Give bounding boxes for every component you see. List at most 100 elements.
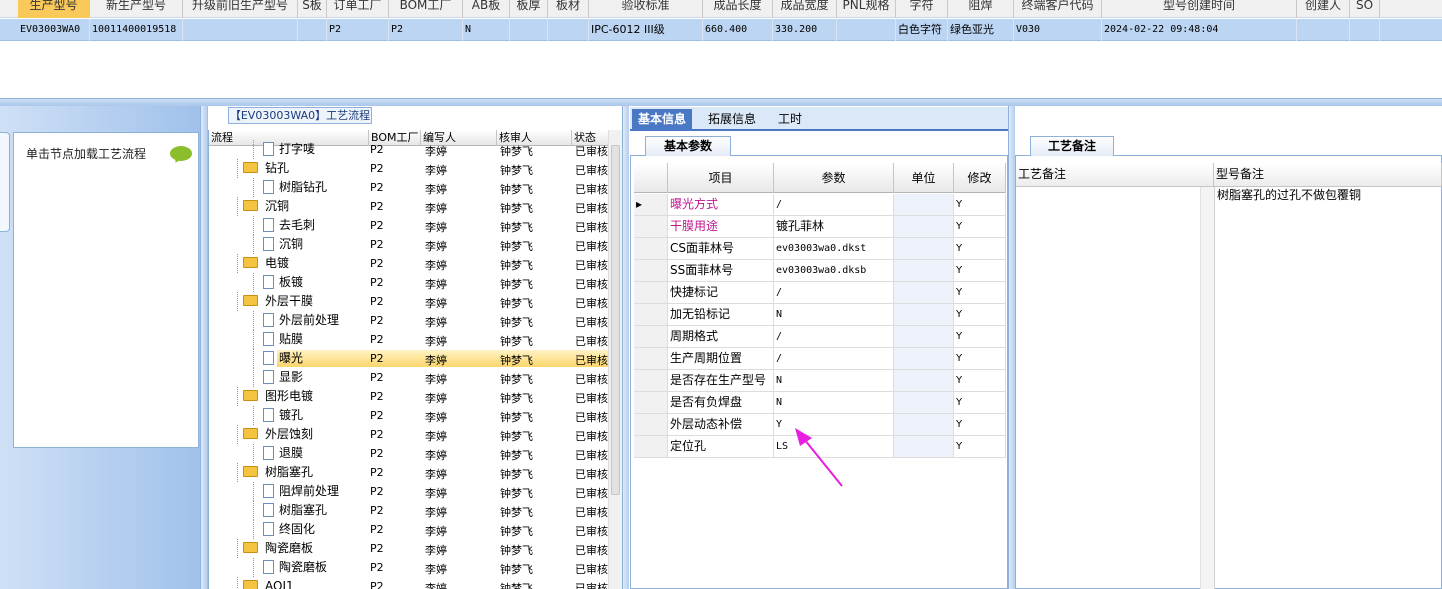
top-col-header[interactable]: 板材 — [548, 0, 589, 18]
param-value[interactable]: LS — [774, 436, 894, 457]
document-icon — [263, 142, 274, 156]
top-col-header[interactable]: 成品长度 — [703, 0, 773, 18]
param-value[interactable]: 镀孔菲林 — [774, 216, 894, 237]
left-collapse-tab[interactable] — [0, 132, 10, 232]
tree-line — [253, 349, 254, 368]
tree-cell-reviewer: 钟梦飞 — [500, 183, 533, 196]
tree-row[interactable]: 板镀 P2 李婷 钟梦飞 已审核 — [209, 273, 622, 292]
tree-row[interactable]: 外层前处理 P2 李婷 钟梦飞 已审核 — [209, 311, 622, 330]
tree-row[interactable]: 退膜 P2 李婷 钟梦飞 已审核 — [209, 444, 622, 463]
tree-line — [237, 254, 238, 273]
middle-splitter[interactable] — [622, 106, 629, 589]
param-value[interactable]: / — [774, 194, 894, 215]
tree-row[interactable]: 树脂塞孔 P2 李婷 钟梦飞 已审核 — [209, 501, 622, 520]
param-item: 外层动态补偿 — [668, 414, 774, 435]
folder-icon — [243, 295, 258, 306]
top-grid-selected-row[interactable]: EV03003WA0 10011400019518 P2 P2 N IPC-6012 II… — [0, 19, 1442, 41]
params-row[interactable]: CS面菲林号 ev03003wa0.dkst Y — [634, 238, 1006, 260]
tree-row[interactable]: 外层蚀刻 P2 李婷 钟梦飞 已审核 — [209, 425, 622, 444]
tree-row[interactable]: AOI1 P2 李婷 钟梦飞 已审核 — [209, 577, 622, 589]
params-row[interactable]: 加无铅标记 N Y — [634, 304, 1006, 326]
param-modify: Y — [954, 216, 1006, 237]
param-unit — [894, 436, 954, 457]
param-value[interactable]: N — [774, 392, 894, 413]
tree-row[interactable]: 图形电镀 P2 李婷 钟梦飞 已审核 — [209, 387, 622, 406]
param-value[interactable]: / — [774, 348, 894, 369]
right-splitter[interactable] — [1008, 106, 1015, 589]
param-value[interactable]: N — [774, 304, 894, 325]
tab-process-remarks[interactable]: 工艺备注 — [1030, 136, 1114, 156]
params-row[interactable]: SS面菲林号 ev03003wa0.dksb Y — [634, 260, 1006, 282]
param-value[interactable]: Y — [774, 414, 894, 435]
top-col-header[interactable]: 字符 — [896, 0, 948, 18]
tab-extended-info[interactable]: 拓展信息 — [702, 109, 762, 131]
tree-node-label: 外层前处理 — [279, 313, 340, 327]
tree-row[interactable]: 沉铜 P2 李婷 钟梦飞 已审核 — [209, 235, 622, 254]
top-col-header[interactable]: 型号创建时间 — [1102, 0, 1297, 18]
params-row[interactable]: 是否存在生产型号 N Y — [634, 370, 1006, 392]
top-col-header[interactable]: 订单工厂 — [327, 0, 389, 18]
tree-row[interactable]: 树脂钻孔 P2 李婷 钟梦飞 已审核 — [209, 178, 622, 197]
top-col-header[interactable]: 创建人 — [1297, 0, 1350, 18]
tree-row[interactable]: 显影 P2 李婷 钟梦飞 已审核 — [209, 368, 622, 387]
tree-node-label: 镀孔 — [279, 408, 304, 422]
tree-row[interactable]: 终固化 P2 李婷 钟梦飞 已审核 — [209, 520, 622, 539]
params-row[interactable]: 干膜用途 镀孔菲林 Y — [634, 216, 1006, 238]
tree-row[interactable]: 沉铜 P2 李婷 钟梦飞 已审核 — [209, 197, 622, 216]
left-splitter[interactable] — [200, 106, 207, 589]
tab-basic-params[interactable]: 基本参数 — [645, 136, 731, 156]
tree-row[interactable]: 去毛刺 P2 李婷 钟梦飞 已审核 — [209, 216, 622, 235]
top-col-header[interactable]: PNL规格 — [837, 0, 896, 18]
top-col-header[interactable]: 生产型号 — [18, 0, 90, 18]
tree-cell-factory: P2 — [370, 447, 384, 460]
params-row[interactable]: 周期格式 / Y — [634, 326, 1006, 348]
param-value[interactable]: ev03003wa0.dksb — [774, 260, 894, 281]
tree-row[interactable]: 阻焊前处理 P2 李婷 钟梦飞 已审核 — [209, 482, 622, 501]
tree-cell-status: 已审核 — [575, 411, 608, 424]
top-col-header[interactable]: S板 — [298, 0, 327, 18]
tree-row[interactable]: 外层干膜 P2 李婷 钟梦飞 已审核 — [209, 292, 622, 311]
params-row[interactable]: ▸ 曝光方式 / Y — [634, 194, 1006, 216]
params-row[interactable]: 是否有负焊盘 N Y — [634, 392, 1006, 414]
params-row[interactable]: 生产周期位置 / Y — [634, 348, 1006, 370]
tree-cell-factory: P2 — [370, 390, 384, 403]
document-icon — [263, 408, 274, 422]
top-col-header[interactable]: 成品宽度 — [773, 0, 837, 18]
remark-scrollbar[interactable] — [1200, 187, 1214, 589]
tree-cell-writer: 李婷 — [425, 430, 447, 443]
tree-row[interactable]: 贴膜 P2 李婷 钟梦飞 已审核 — [209, 330, 622, 349]
top-col-header[interactable]: 阻焊 — [948, 0, 1014, 18]
param-value[interactable]: N — [774, 370, 894, 391]
params-row[interactable]: 外层动态补偿 Y Y — [634, 414, 1006, 436]
top-col-header[interactable]: 板厚 — [510, 0, 548, 18]
param-value[interactable]: / — [774, 326, 894, 347]
tree-row[interactable]: 陶瓷磨板 P2 李婷 钟梦飞 已审核 — [209, 539, 622, 558]
tree-scroll-thumb[interactable] — [611, 145, 620, 495]
top-col-header[interactable]: SO — [1350, 0, 1380, 18]
tree-row[interactable]: 镀孔 P2 李婷 钟梦飞 已审核 — [209, 406, 622, 425]
top-col-header[interactable]: AB板 — [463, 0, 510, 18]
top-col-header[interactable]: 升级前旧生产型号 — [183, 0, 298, 18]
tree-row[interactable]: 曝光 P2 李婷 钟梦飞 已审核 — [209, 349, 622, 368]
top-col-header[interactable]: 新生产型号 — [90, 0, 183, 18]
tab-work-hours[interactable]: 工时 — [772, 109, 808, 131]
params-row[interactable]: 定位孔 LS Y — [634, 436, 1006, 458]
tree-node-label: 树脂塞孔 — [265, 465, 314, 479]
top-col-header[interactable]: BOM工厂 — [389, 0, 463, 18]
tree-row[interactable]: 陶瓷磨板 P2 李婷 钟梦飞 已审核 — [209, 558, 622, 577]
param-modify: Y — [954, 260, 1006, 281]
tree-row[interactable]: 钻孔 P2 李婷 钟梦飞 已审核 — [209, 159, 622, 178]
tree-row[interactable]: 电镀 P2 李婷 钟梦飞 已审核 — [209, 254, 622, 273]
tree-row[interactable]: 打字唛 P2 李婷 钟梦飞 已审核 — [209, 140, 622, 159]
top-col-header[interactable]: 验收标准 — [589, 0, 703, 18]
tree-cell-writer: 李婷 — [425, 297, 447, 310]
param-value[interactable]: / — [774, 282, 894, 303]
top-col-header[interactable]: 终端客户代码 — [1014, 0, 1102, 18]
remarks-header: 工艺备注 型号备注 — [1016, 163, 1442, 187]
param-value[interactable]: ev03003wa0.dkst — [774, 238, 894, 259]
tree-row[interactable]: 树脂塞孔 P2 李婷 钟梦飞 已审核 — [209, 463, 622, 482]
params-row[interactable]: 快捷标记 / Y — [634, 282, 1006, 304]
folder-icon — [243, 542, 258, 553]
tab-basic-info[interactable]: 基本信息 — [632, 109, 693, 131]
horizontal-splitter[interactable] — [0, 98, 1442, 106]
